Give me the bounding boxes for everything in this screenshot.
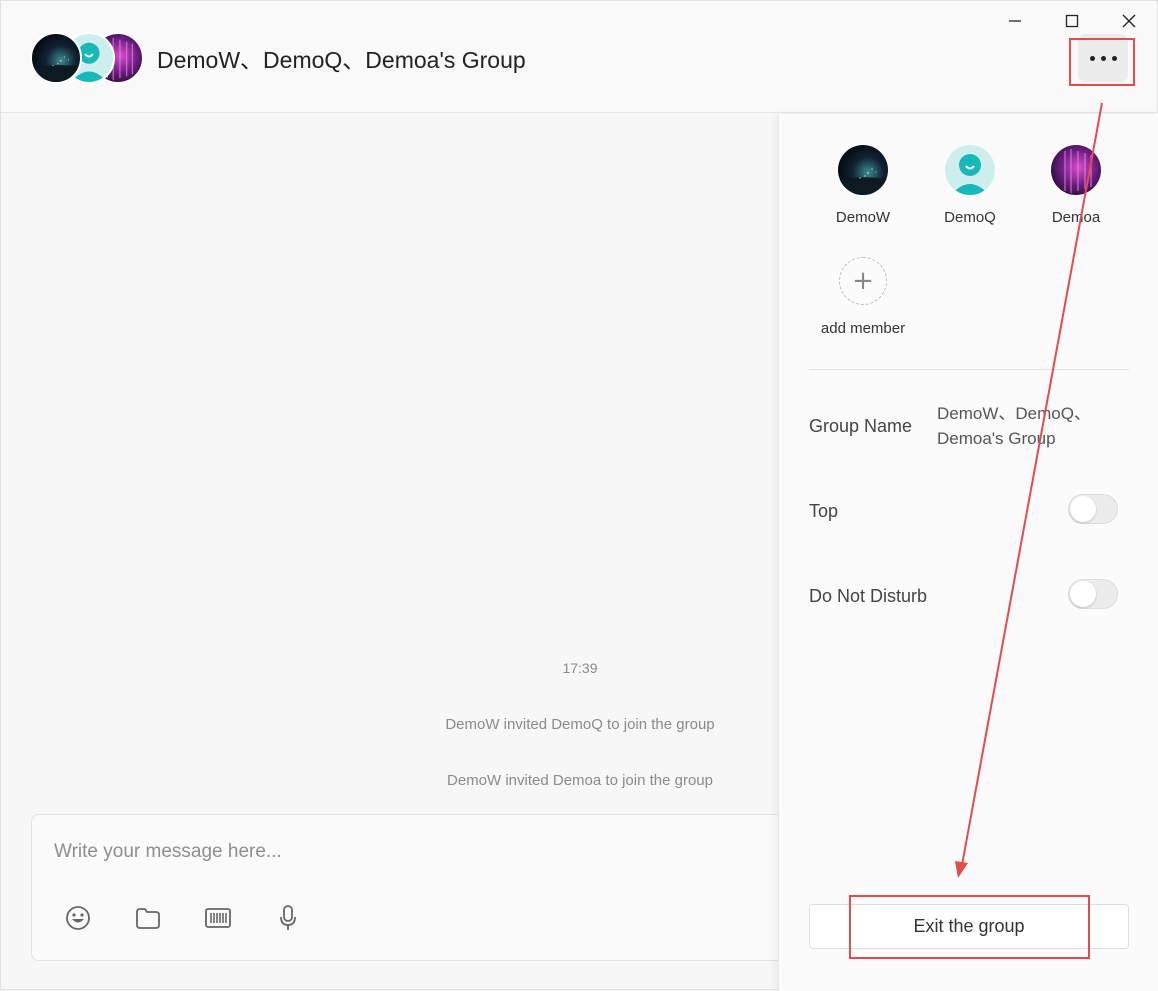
group-name-value[interactable]: DemoW、DemoQ、 Demoa's Group: [937, 401, 1117, 451]
exit-group-button[interactable]: Exit the group: [809, 904, 1129, 949]
member-item[interactable]: DemoW: [808, 145, 918, 226]
group-avatar-stack: [30, 32, 145, 84]
group-name-label: Group Name: [809, 416, 913, 436]
chat-header: DemoW、DemoQ、Demoa's Group: [1, 1, 1157, 113]
folder-icon: [136, 908, 160, 929]
group-name-value-line: DemoW、DemoQ、: [937, 404, 1091, 423]
member-name: DemoW: [835, 209, 891, 226]
member-name: DemoQ: [944, 209, 996, 226]
panel-divider: [809, 369, 1129, 370]
chat-title: DemoW、DemoQ、Demoa's Group: [157, 47, 526, 73]
plus-icon: +: [839, 257, 887, 305]
file-button[interactable]: [133, 903, 163, 933]
do-not-disturb-toggle[interactable]: [1068, 579, 1118, 609]
top-label: Top: [809, 501, 839, 521]
message-composer: [31, 814, 831, 961]
message-input[interactable]: [52, 835, 756, 869]
member-item[interactable]: DemoQ: [915, 145, 1025, 226]
more-dots-icon: [1089, 55, 1095, 61]
purple-lights-avatar-icon: [1051, 145, 1101, 195]
more-options-button[interactable]: [1078, 34, 1128, 82]
teal-person-avatar-icon: [945, 145, 995, 195]
space-avatar-icon: [30, 32, 82, 84]
close-icon: [1122, 14, 1136, 28]
emoji-icon: [66, 906, 90, 930]
top-toggle[interactable]: [1068, 494, 1118, 524]
minimize-button[interactable]: [1003, 9, 1027, 33]
emoji-button[interactable]: [63, 903, 93, 933]
do-not-disturb-label: Do Not Disturb: [809, 586, 928, 606]
add-member-label: add member: [820, 320, 906, 337]
group-name-value-line: Demoa's Group: [937, 429, 1056, 448]
minimize-icon: [1009, 20, 1021, 22]
microphone-icon: [280, 905, 296, 930]
chat-window: DemoW、DemoQ、Demoa's Group 17:39 DemoW in…: [0, 0, 1158, 991]
group-settings-panel: DemoW DemoQ Demoa + add member Group Nam…: [778, 114, 1158, 991]
member-name: Demoa: [1051, 209, 1101, 226]
close-button[interactable]: [1117, 9, 1141, 33]
voice-button[interactable]: [273, 903, 303, 933]
barcode-icon: [205, 908, 231, 928]
toggle-knob: [1070, 581, 1096, 607]
maximize-icon: [1065, 14, 1079, 28]
member-item[interactable]: Demoa: [1021, 145, 1131, 226]
toggle-knob: [1070, 496, 1096, 522]
space-avatar-icon: [838, 145, 888, 195]
maximize-button[interactable]: [1060, 9, 1084, 33]
barcode-button[interactable]: [203, 903, 233, 933]
add-member-button[interactable]: + add member: [808, 257, 918, 337]
